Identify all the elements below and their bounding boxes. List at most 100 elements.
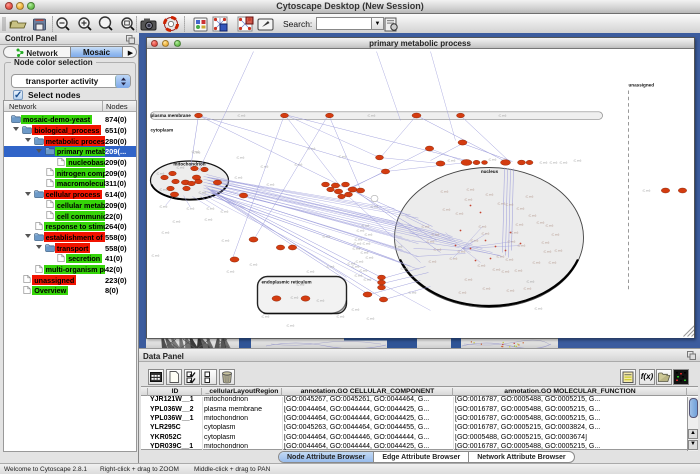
svg-text:(C.xml): (C.xml) [352,247,360,250]
svg-text:(C.xml): (C.xml) [220,210,228,213]
svg-text:(C.xml): (C.xml) [249,263,257,266]
svg-text:(C.xml): (C.xml) [226,270,234,273]
svg-text:(C.xml): (C.xml) [354,238,362,241]
svg-text:(C.xml): (C.xml) [355,260,363,263]
svg-text:unassigned: unassigned [628,82,654,87]
svg-text:(C.xml): (C.xml) [354,274,362,277]
svg-text:(C.xml): (C.xml) [206,207,214,210]
svg-text:(C.xml): (C.xml) [421,225,429,228]
svg-text:(C.xml): (C.xml) [510,231,518,234]
svg-text:(C.xml): (C.xml) [192,151,200,154]
svg-text:(C.xml): (C.xml) [363,278,371,281]
svg-text:(C.xml): (C.xml) [306,270,314,273]
svg-text:(C.xml): (C.xml) [261,315,269,318]
svg-text:(C.xml): (C.xml) [515,223,523,226]
svg-text:(C.xml): (C.xml) [457,250,465,253]
svg-text:(C.xml): (C.xml) [573,159,581,162]
svg-text:(C.xml): (C.xml) [356,229,364,232]
svg-text:(C.xml): (C.xml) [525,195,533,198]
svg-text:(C.xml): (C.xml) [286,324,294,327]
svg-text:(C.xml): (C.xml) [353,242,361,245]
svg-text:(C.xml): (C.xml) [260,165,268,168]
svg-text:(C.xml): (C.xml) [351,265,359,268]
svg-text:(C.xml): (C.xml) [455,212,463,215]
svg-text:(C.xml): (C.xml) [551,233,559,236]
svg-text:(C.xml): (C.xml) [156,172,164,175]
svg-text:(C.xml): (C.xml) [526,280,534,283]
svg-text:(C.xml): (C.xml) [539,161,547,164]
svg-text:(C.xml): (C.xml) [428,260,436,263]
svg-text:(C.xml): (C.xml) [505,258,513,261]
svg-text:(C.xml): (C.xml) [198,191,206,194]
svg-text:(C.xml): (C.xml) [234,176,242,179]
svg-text:(C.xml): (C.xml) [294,163,302,166]
svg-text:(C.xml): (C.xml) [290,296,298,299]
svg-text:(C.xml): (C.xml) [307,147,315,150]
svg-text:(C.xml): (C.xml) [361,224,369,227]
svg-text:(C.xml): (C.xml) [408,291,416,294]
svg-text:(C.xml): (C.xml) [365,256,373,259]
svg-text:(C.xml): (C.xml) [464,278,472,281]
svg-text:(C.xml): (C.xml) [400,267,408,270]
svg-text:(C.xml): (C.xml) [548,261,556,264]
svg-text:(C.xml): (C.xml) [431,233,439,236]
svg-text:(C.xml): (C.xml) [477,264,485,267]
svg-text:(C.xml): (C.xml) [367,114,375,117]
svg-text:(C.xml): (C.xml) [172,220,180,223]
svg-text:(C.xml): (C.xml) [559,161,567,164]
svg-text:(C.xml): (C.xml) [176,166,184,169]
svg-text:(C.xml): (C.xml) [426,240,434,243]
svg-text:(C.xml): (C.xml) [554,249,562,252]
svg-text:(C.xml): (C.xml) [523,287,531,290]
svg-text:(C.xml): (C.xml) [507,240,515,243]
svg-text:(C.xml): (C.xml) [266,183,274,186]
svg-text:(C.xml): (C.xml) [496,255,504,258]
svg-text:(C.xml): (C.xml) [442,208,450,211]
svg-text:(C.xml): (C.xml) [394,245,402,248]
svg-text:(C.xml): (C.xml) [482,287,490,290]
svg-text:(C.xml): (C.xml) [532,261,540,264]
svg-text:(C.xml): (C.xml) [528,214,536,217]
svg-text:(C.xml): (C.xml) [221,239,229,242]
svg-text:(C.xml): (C.xml) [237,114,245,117]
svg-text:(C.xml): (C.xml) [336,315,344,318]
svg-text:(C.xml): (C.xml) [470,239,478,242]
svg-text:(C.xml): (C.xml) [359,269,367,272]
svg-text:(C.xml): (C.xml) [506,289,514,292]
svg-text:plasma membrane: plasma membrane [150,113,191,118]
svg-text:(C.xml): (C.xml) [541,241,549,244]
svg-text:(C.xml): (C.xml) [440,190,448,193]
svg-text:(C.xml): (C.xml) [360,251,368,254]
svg-text:(C.xml): (C.xml) [316,299,324,302]
svg-text:(C.xml): (C.xml) [326,265,334,268]
svg-text:(C.xml): (C.xml) [514,269,522,272]
svg-text:(C.xml): (C.xml) [501,270,509,273]
svg-text:(C.xml): (C.xml) [296,283,304,286]
svg-text:(C.xml): (C.xml) [497,202,505,205]
svg-text:(C.xml): (C.xml) [186,207,194,210]
svg-text:(C.xml): (C.xml) [364,233,372,236]
svg-text:(C.xml): (C.xml) [498,114,506,117]
svg-text:(C.xml): (C.xml) [488,158,496,161]
svg-text:(C.xml): (C.xml) [447,159,455,162]
svg-text:(C.xml): (C.xml) [466,188,474,191]
svg-text:(C.xml): (C.xml) [517,244,525,247]
svg-text:(C.xml): (C.xml) [236,156,244,159]
svg-text:(C.xml): (C.xml) [492,268,500,271]
svg-text:(C.xml): (C.xml) [159,188,167,191]
svg-text:(C.xml): (C.xml) [485,193,493,196]
svg-text:(C.xml): (C.xml) [151,254,159,257]
svg-text:(C.xml): (C.xml) [159,205,167,208]
svg-text:(C.xml): (C.xml) [362,242,370,245]
svg-text:(C.xml): (C.xml) [549,161,557,164]
svg-text:(C.xml): (C.xml) [478,225,486,228]
svg-text:(C.xml): (C.xml) [161,231,169,234]
svg-text:(C.xml): (C.xml) [464,198,472,201]
svg-text:nucleus: nucleus [480,169,498,174]
svg-text:(C.xml): (C.xml) [458,291,466,294]
svg-text:(C.xml): (C.xml) [505,203,513,206]
svg-text:(C.xml): (C.xml) [534,307,542,310]
svg-text:(C.xml): (C.xml) [351,308,359,311]
svg-text:(C.xml): (C.xml) [322,235,330,238]
svg-text:(C.xml): (C.xml) [543,250,551,253]
